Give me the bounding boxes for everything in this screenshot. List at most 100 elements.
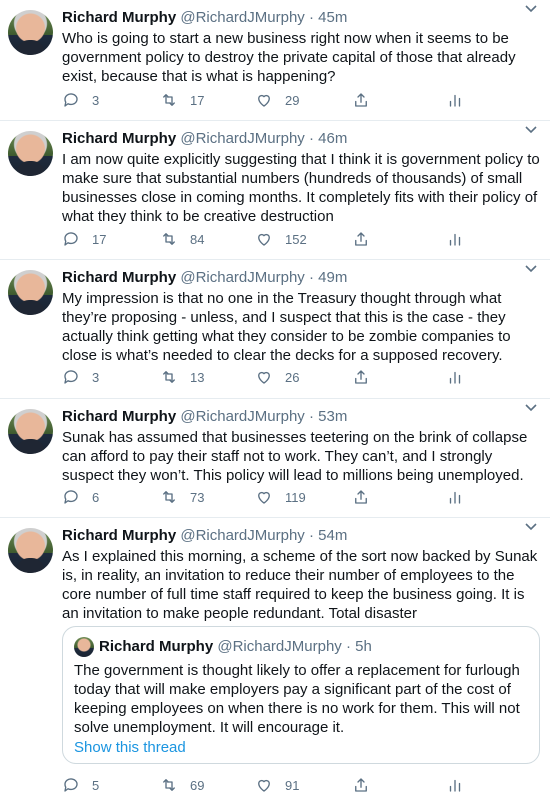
tweet-time[interactable]: 54m	[318, 527, 347, 544]
author-handle[interactable]: @RichardJMurphy	[180, 408, 304, 425]
share-button[interactable]	[352, 367, 370, 387]
analytics-button[interactable]	[446, 229, 464, 249]
more-icon[interactable]	[524, 403, 538, 413]
analytics-button[interactable]	[446, 487, 464, 507]
analytics-icon	[449, 779, 461, 792]
author-name[interactable]: Richard Murphy	[62, 9, 176, 26]
reply-button[interactable]: 3	[62, 90, 99, 110]
separator-dot: ·	[308, 527, 314, 544]
avatar[interactable]	[8, 10, 53, 55]
retweet-button[interactable]: 69	[160, 775, 204, 795]
like-button[interactable]: 26	[255, 367, 299, 387]
like-button[interactable]: 29	[255, 90, 299, 110]
more-icon[interactable]	[524, 4, 538, 14]
separator-dot: ·	[308, 9, 314, 26]
retweet-count: 17	[190, 92, 205, 108]
author-handle[interactable]: @RichardJMurphy	[180, 527, 304, 544]
retweet-icon	[163, 233, 175, 245]
retweet-icon	[163, 779, 175, 791]
analytics-button[interactable]	[446, 90, 464, 110]
avatar[interactable]	[8, 270, 53, 315]
more-icon[interactable]	[524, 125, 538, 135]
tweet-time[interactable]: 49m	[318, 269, 347, 286]
analytics-button[interactable]	[446, 367, 464, 387]
author-handle[interactable]: @RichardJMurphy	[180, 130, 304, 147]
author-handle[interactable]: @RichardJMurphy	[180, 9, 304, 26]
share-button[interactable]	[352, 775, 370, 795]
reply-button[interactable]: 6	[62, 487, 99, 507]
analytics-icon	[449, 94, 461, 107]
more-icon[interactable]	[524, 264, 538, 274]
share-icon	[355, 778, 367, 792]
reply-icon	[64, 370, 78, 384]
avatar[interactable]	[8, 131, 53, 176]
retweet-icon	[163, 94, 175, 106]
separator-dot: ·	[308, 269, 314, 286]
reply-count: 5	[92, 777, 100, 793]
tweet-header: Richard Murphy @RichardJMurphy · 53m	[62, 407, 347, 427]
retweet-button[interactable]: 13	[160, 367, 204, 387]
tweet-time[interactable]: 53m	[318, 408, 347, 425]
tweet-actions: 3 13 26	[62, 367, 482, 387]
tweet-time[interactable]: 5h	[355, 638, 372, 655]
share-icon	[355, 490, 367, 504]
reply-button[interactable]: 3	[62, 367, 99, 387]
analytics-button[interactable]	[446, 775, 464, 795]
tweet[interactable]: Richard Murphy @RichardJMurphy · 53m Sun…	[0, 399, 550, 518]
tweet-actions: 5 69 91	[62, 775, 482, 795]
tweet[interactable]: Richard Murphy @RichardJMurphy · 45m Who…	[0, 0, 550, 121]
show-thread-link[interactable]: Show this thread	[74, 738, 186, 757]
analytics-icon	[449, 233, 461, 246]
tweet-text: Sunak has assumed that businesses teeter…	[62, 429, 528, 484]
share-button[interactable]	[352, 229, 370, 249]
like-icon	[258, 94, 270, 107]
avatar[interactable]	[74, 637, 94, 657]
author-handle[interactable]: @RichardJMurphy	[180, 269, 304, 286]
like-button[interactable]: 119	[255, 487, 306, 507]
retweet-button[interactable]: 84	[160, 229, 204, 249]
separator-dot: ·	[308, 130, 314, 147]
tweet-time[interactable]: 46m	[318, 130, 347, 147]
tweet[interactable]: Richard Murphy @RichardJMurphy · 49m My …	[0, 260, 550, 399]
like-icon	[258, 779, 270, 792]
reply-button[interactable]: 17	[62, 229, 106, 249]
retweet-button[interactable]: 17	[160, 90, 204, 110]
avatar[interactable]	[8, 528, 53, 573]
reply-count: 17	[92, 231, 107, 247]
quoted-tweet[interactable]: Richard Murphy @RichardJMurphy · 5h The …	[62, 626, 540, 764]
tweet-header: Richard Murphy @RichardJMurphy · 45m	[62, 8, 347, 28]
tweet[interactable]: Richard Murphy @RichardJMurphy · 46m I a…	[0, 121, 550, 260]
like-icon	[258, 371, 270, 384]
like-count: 152	[285, 231, 307, 247]
tweet-text: My impression is that no one in the Trea…	[62, 290, 511, 364]
more-icon[interactable]	[524, 522, 538, 532]
tweet-time[interactable]: 45m	[318, 9, 347, 26]
separator-dot: ·	[345, 638, 351, 655]
reply-button[interactable]: 5	[62, 775, 99, 795]
author-handle[interactable]: @RichardJMurphy	[217, 638, 341, 655]
retweet-count: 69	[190, 777, 205, 793]
retweet-count: 13	[190, 369, 205, 385]
separator-dot: ·	[308, 408, 314, 425]
like-button[interactable]: 91	[255, 775, 299, 795]
author-name[interactable]: Richard Murphy	[99, 638, 213, 655]
share-button[interactable]	[352, 487, 370, 507]
author-name[interactable]: Richard Murphy	[62, 527, 176, 544]
share-button[interactable]	[352, 90, 370, 110]
author-name[interactable]: Richard Murphy	[62, 130, 176, 147]
share-icon	[355, 370, 367, 384]
avatar[interactable]	[8, 409, 53, 454]
retweet-count: 73	[190, 489, 205, 505]
like-icon	[258, 233, 270, 246]
analytics-icon	[449, 491, 461, 504]
tweet[interactable]: Richard Murphy @RichardJMurphy · 54m As …	[0, 518, 550, 798]
share-icon	[355, 93, 367, 107]
retweet-button[interactable]: 73	[160, 487, 204, 507]
like-button[interactable]: 152	[255, 229, 307, 249]
author-name[interactable]: Richard Murphy	[62, 408, 176, 425]
tweet-actions: 3 17 29	[62, 90, 482, 110]
reply-icon	[64, 232, 78, 246]
analytics-icon	[449, 371, 461, 384]
author-name[interactable]: Richard Murphy	[62, 269, 176, 286]
share-icon	[355, 232, 367, 246]
